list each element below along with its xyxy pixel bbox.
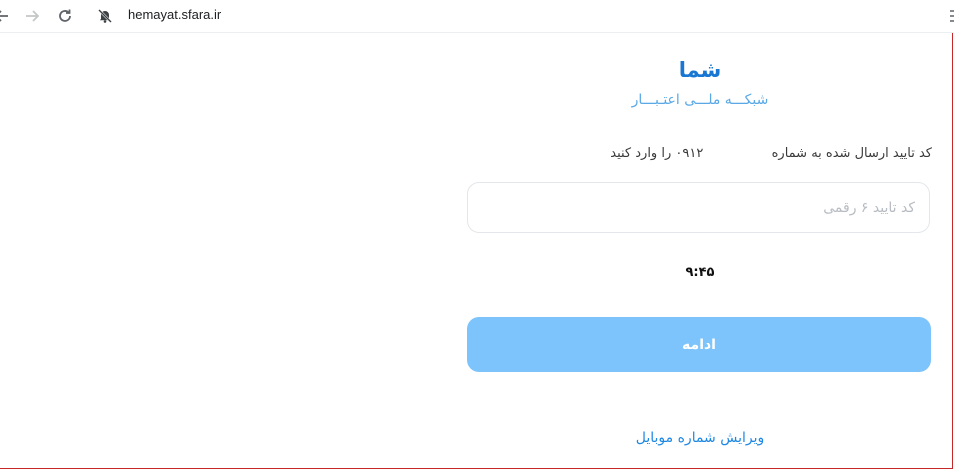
back-arrow-icon[interactable] xyxy=(0,6,12,26)
reload-icon[interactable] xyxy=(55,6,75,26)
brand-subtitle: شبکـــه ملـــی اعتـبـــار xyxy=(631,92,769,108)
address-bar-url[interactable]: hemayat.sfara.ir xyxy=(128,7,221,22)
continue-button[interactable]: ادامه xyxy=(467,317,931,372)
phone-prefix: ۰۹۱۲ xyxy=(675,146,704,161)
verification-code-field[interactable] xyxy=(467,182,930,233)
instruction-suffix: را وارد کنید xyxy=(610,146,672,161)
brand-title: شما xyxy=(678,58,722,82)
window-frame xyxy=(0,0,953,469)
menu-icon[interactable] xyxy=(948,8,954,22)
browser-toolbar: hemayat.sfara.ir xyxy=(0,0,954,33)
countdown-timer: ۹:۴۵ xyxy=(685,265,715,280)
edit-mobile-link[interactable]: ویرایش شماره موبایل xyxy=(600,430,800,446)
verification-instruction: کد تایید ارسال شده به شماره ۰۹۱۲ را وارد… xyxy=(512,146,932,161)
notifications-off-icon[interactable] xyxy=(95,6,115,26)
forward-arrow-icon[interactable] xyxy=(22,6,42,26)
verification-code-input[interactable] xyxy=(468,183,929,232)
instruction-prefix: کد تایید ارسال شده به شماره xyxy=(771,146,932,161)
